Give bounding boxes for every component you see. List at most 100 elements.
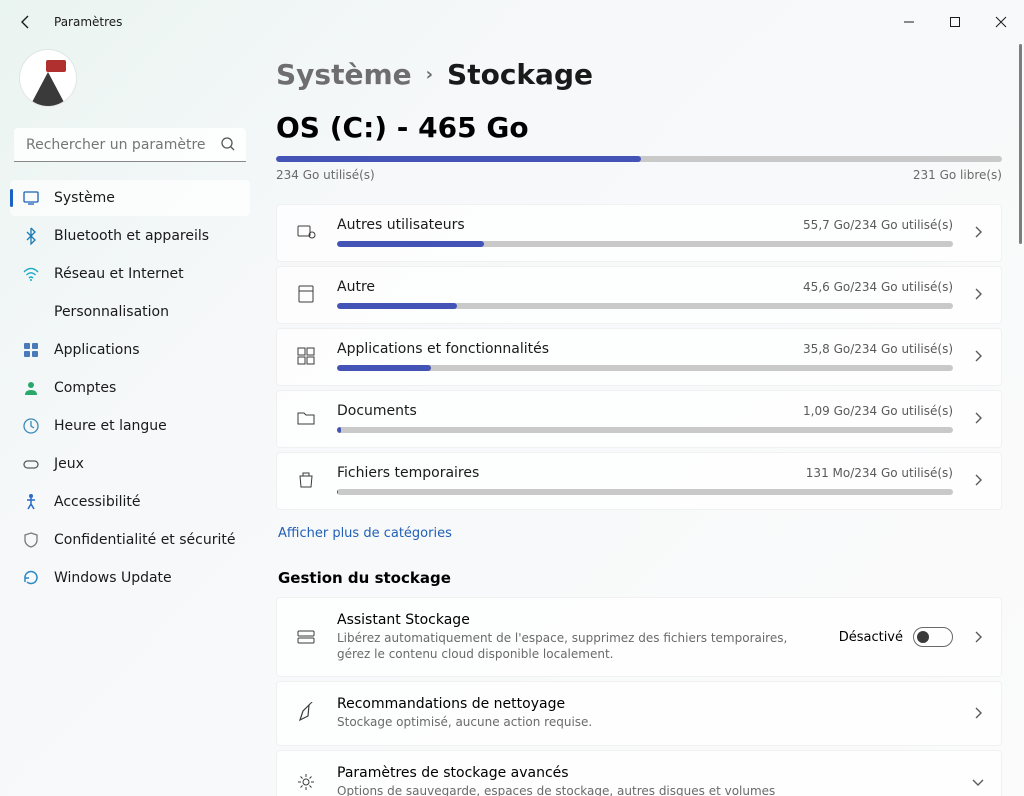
category-icon [293,345,319,367]
search-box[interactable] [14,128,246,162]
chevron-right-icon [971,473,985,487]
bluetooth-icon [22,227,40,245]
page-title: Stockage [447,58,593,91]
wifi-icon [22,265,40,283]
category-title: Applications et fonctionnalités [337,341,549,357]
show-more-link[interactable]: Afficher plus de catégories [278,526,1002,541]
sidebar-item-apps[interactable]: Applications [10,332,250,368]
maximize-button[interactable] [932,6,978,38]
close-icon [995,16,1007,28]
update-icon [22,569,40,587]
category-size: 45,6 Go/234 Go utilisé(s) [803,280,953,294]
sidebar-item-label: Heure et langue [54,418,167,434]
chevron-right-icon [971,225,985,239]
sidebar-item-accessibility[interactable]: Accessibilité [10,484,250,520]
avatar [20,50,76,106]
storage-sense-toggle[interactable] [913,627,953,647]
arrow-left-icon [18,14,34,30]
accessibility-icon [22,493,40,511]
gear-icon [293,771,319,793]
chevron-right-icon [971,706,985,720]
storage-sense-title: Assistant Stockage [337,612,821,628]
sidebar-item-network[interactable]: Réseau et Internet [10,256,250,292]
section-heading-management: Gestion du stockage [278,569,1002,587]
display-icon [22,189,40,207]
category-title: Fichiers temporaires [337,465,479,481]
close-button[interactable] [978,6,1024,38]
category-bar [337,365,953,371]
breadcrumb: Système › Stockage [276,58,1002,91]
category-bar [337,427,953,433]
chevron-right-icon [971,630,985,644]
storage-sense-sub: Libérez automatiquement de l'espace, sup… [337,630,821,662]
search-input[interactable] [14,128,246,162]
sidebar-item-label: Comptes [54,380,116,396]
category-icon [293,469,319,491]
breadcrumb-root[interactable]: Système [276,58,412,91]
shield-icon [22,531,40,549]
category-title: Autres utilisateurs [337,217,465,233]
title-bar: Paramètres [0,0,1024,44]
sidebar-item-label: Jeux [54,456,84,472]
search-icon [220,136,236,152]
sidebar-item-privacy[interactable]: Confidentialité et sécurité [10,522,250,558]
category-card[interactable]: Autres utilisateurs 55,7 Go/234 Go utilis… [276,204,1002,262]
sidebar: Système Bluetooth et appareils Réseau et… [0,44,260,796]
minimize-icon [903,16,915,28]
nav-list: Système Bluetooth et appareils Réseau et… [10,180,250,596]
cleanup-row[interactable]: Recommandations de nettoyage Stockage op… [276,681,1002,745]
cleanup-title: Recommandations de nettoyage [337,696,953,712]
sidebar-item-personalization[interactable]: Personnalisation [10,294,250,330]
sidebar-item-gaming[interactable]: Jeux [10,446,250,482]
sidebar-item-bluetooth[interactable]: Bluetooth et appareils [10,218,250,254]
category-icon [293,221,319,243]
back-button[interactable] [8,4,44,40]
category-card[interactable]: Fichiers temporaires 131 Mo/234 Go utilis… [276,452,1002,510]
category-size: 131 Mo/234 Go utilisé(s) [806,466,953,480]
person-icon [22,379,40,397]
advanced-row[interactable]: Paramètres de stockage avancés Options d… [276,750,1002,796]
drive-free-label: 231 Go libre(s) [913,168,1002,182]
window-title: Paramètres [54,15,122,29]
sidebar-item-label: Bluetooth et appareils [54,228,209,244]
storage-sense-row[interactable]: Assistant Stockage Libérez automatiqueme… [276,597,1002,677]
category-card[interactable]: Applications et fonctionnalités 35,8 Go/2… [276,328,1002,386]
cleanup-sub: Stockage optimisé, aucune action requise… [337,714,953,730]
sidebar-item-time[interactable]: Heure et langue [10,408,250,444]
sidebar-item-system[interactable]: Système [10,180,250,216]
sidebar-item-label: Windows Update [54,570,172,586]
category-size: 1,09 Go/234 Go utilisé(s) [803,404,953,418]
drive-usage-bar [276,156,1002,162]
drive-usage-fill [276,156,641,162]
minimize-button[interactable] [886,6,932,38]
chevron-down-icon [971,775,985,789]
category-icon [293,283,319,305]
toggle-state-label: Désactivé [839,630,903,645]
content-area: Système › Stockage OS (C:) - 465 Go 234 … [260,44,1024,796]
sidebar-item-label: Confidentialité et sécurité [54,532,235,548]
category-icon [293,407,319,429]
category-bar [337,241,953,247]
advanced-title: Paramètres de stockage avancés [337,765,953,781]
chevron-right-icon [971,411,985,425]
sidebar-item-label: Applications [54,342,140,358]
sidebar-item-label: Système [54,190,115,206]
category-size: 55,7 Go/234 Go utilisé(s) [803,218,953,232]
sidebar-item-accounts[interactable]: Comptes [10,370,250,406]
category-title: Documents [337,403,417,419]
category-bar [337,303,953,309]
chevron-right-icon [971,349,985,363]
apps-icon [22,341,40,359]
sidebar-item-update[interactable]: Windows Update [10,560,250,596]
category-card[interactable]: Documents 1,09 Go/234 Go utilisé(s) [276,390,1002,448]
chevron-right-icon: › [426,64,433,85]
category-size: 35,8 Go/234 Go utilisé(s) [803,342,953,356]
scrollbar-thumb[interactable] [1019,44,1022,244]
globe-clock-icon [22,417,40,435]
category-card[interactable]: Autre45,6 Go/234 Go utilisé(s) [276,266,1002,324]
user-block[interactable] [10,44,250,124]
sidebar-item-label: Réseau et Internet [54,266,184,282]
drive-title: OS (C:) - 465 Go [276,111,1002,144]
sidebar-item-label: Accessibilité [54,494,140,510]
paintbrush-icon [22,303,40,321]
